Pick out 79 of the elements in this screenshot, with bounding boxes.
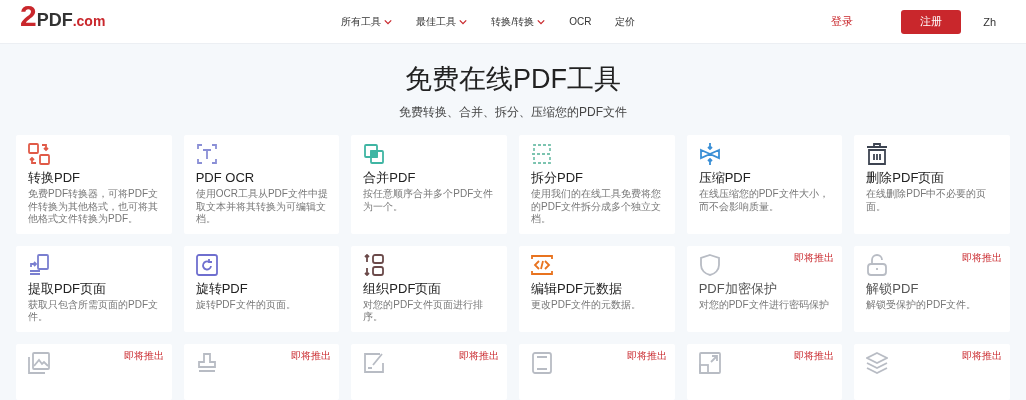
tool-card[interactable]: 提取PDF页面 获取只包含所需页面的PDF文件。 <box>16 245 172 332</box>
tool-card[interactable]: 即将推出 <box>519 343 675 400</box>
tool-card[interactable]: 即将推出 <box>183 343 340 400</box>
tool-title: PDF OCR <box>195 170 256 186</box>
coming-soon-label: 即将推出 <box>291 349 332 362</box>
coming-soon-label: 即将推出 <box>794 251 835 264</box>
tool-card[interactable]: 删除PDF页面 在线删除PDF中不必要的页面。 <box>854 135 1010 234</box>
tool-card[interactable]: 合并PDF 按任意顺序合并多个PDF文件为一个。 <box>351 135 507 234</box>
tool-card[interactable]: 编辑PDF元数据 更改PDF文件的元数据。 <box>519 245 675 332</box>
language-selector[interactable]: Zh <box>983 15 996 28</box>
tool-description: 免费PDF转换器，可将PDF文件转换为其他格式，也可将其他格式文件转换为PDF。 <box>28 188 159 226</box>
text-scan-icon <box>195 143 218 165</box>
tool-description: 使用我们的在线工具免费将您的PDF文件拆分成多个独立文档。 <box>531 188 662 226</box>
resize-icon <box>698 351 721 374</box>
tool-card[interactable]: PDF OCR 使用OCR工具从PDF文件中提取文本并将其转换为可编辑文档。 <box>183 135 340 234</box>
nav-link[interactable]: 所有工具 <box>341 14 393 29</box>
compress-icon <box>698 143 721 165</box>
tool-title: 删除PDF页面 <box>866 170 946 186</box>
images-icon <box>28 351 50 374</box>
tool-card[interactable]: 旋转PDF 旋转PDF文件的页面。 <box>183 245 340 332</box>
nav-link[interactable]: 定价 <box>615 14 636 29</box>
tool-card[interactable]: 组织PDF页面 对您的PDF文件页面进行排序。 <box>351 245 507 332</box>
coming-soon-label: 即将推出 <box>962 349 1002 362</box>
nav-link[interactable]: 转换/转换 <box>491 14 546 29</box>
stamp-icon <box>195 351 218 374</box>
tool-title: 拆分PDF <box>531 170 584 186</box>
swap-icon <box>28 143 50 165</box>
padlock-icon <box>866 253 889 276</box>
tool-description: 对您的PDF文件页面进行排序。 <box>363 298 485 324</box>
tool-title: 旋转PDF <box>195 280 249 297</box>
tool-description: 旋转PDF文件的页面。 <box>195 298 297 311</box>
layers-icon <box>866 351 889 374</box>
signature-icon <box>363 351 386 374</box>
reorder-icon <box>363 253 386 276</box>
page-extract-icon <box>28 253 50 276</box>
tool-description: 按任意顺序合并多个PDF文件为一个。 <box>363 188 495 213</box>
page-icon <box>531 351 553 374</box>
tool-card[interactable]: 拆分PDF 使用我们的在线工具免费将您的PDF文件拆分成多个独立文档。 <box>519 135 675 234</box>
tool-title: 组织PDF页面 <box>363 280 443 297</box>
tool-description: 获取只包含所需页面的PDF文件。 <box>28 298 159 324</box>
coming-soon-label: 即将推出 <box>626 349 667 362</box>
tool-card[interactable]: 即将推出 解锁PDF 解锁受保护的PDF文件。 <box>854 245 1010 332</box>
coming-soon-label: 即将推出 <box>794 349 835 362</box>
rotate-icon <box>195 253 218 276</box>
site-logo[interactable]: 2PDF.com <box>20 0 106 33</box>
tool-title: 转换PDF <box>28 170 81 186</box>
coming-soon-label: 即将推出 <box>123 349 164 362</box>
tool-description: 对您的PDF文件进行密码保护 <box>698 298 830 311</box>
coming-soon-label: 即将推出 <box>962 251 1002 264</box>
nav-link[interactable]: OCR <box>569 14 592 29</box>
coming-soon-label: 即将推出 <box>459 349 499 362</box>
tool-title: 提取PDF页面 <box>28 280 107 297</box>
split-page-icon <box>531 143 553 165</box>
tool-title: 合并PDF <box>363 170 417 186</box>
tool-description: 解锁受保护的PDF文件。 <box>866 298 978 311</box>
page-subtitle: 免费转换、合并、拆分、压缩您的PDF文件 <box>398 104 628 121</box>
tool-title: 压缩PDF <box>698 170 752 186</box>
tool-description: 在线删除PDF中不必要的页面。 <box>866 188 988 213</box>
nav-link[interactable]: 最佳工具 <box>416 14 468 29</box>
shield-icon <box>698 253 721 276</box>
signup-button[interactable]: 注册 <box>901 9 962 34</box>
code-icon <box>531 253 553 276</box>
tool-title: PDF加密保护 <box>698 280 778 297</box>
tool-card[interactable]: 即将推出 <box>16 343 172 400</box>
tool-card[interactable]: 即将推出 <box>686 343 843 400</box>
tool-description: 在线压缩您的PDF文件大小，而不会影响质量。 <box>698 188 830 213</box>
tool-title: 解锁PDF <box>866 280 920 297</box>
tool-description: 使用OCR工具从PDF文件中提取文本并将其转换为可编辑文档。 <box>195 188 329 226</box>
tool-title: 编辑PDF元数据 <box>531 280 623 297</box>
tool-card[interactable]: 即将推出 PDF加密保护 对您的PDF文件进行密码保护 <box>686 245 843 332</box>
tool-description: 更改PDF文件的元数据。 <box>531 298 642 311</box>
tool-card[interactable]: 即将推出 <box>854 343 1010 400</box>
login-link[interactable]: 登录 <box>831 14 854 29</box>
tool-card[interactable]: 压缩PDF 在线压缩您的PDF文件大小，而不会影响质量。 <box>686 135 843 234</box>
overlap-squares-icon <box>363 143 386 165</box>
tool-card[interactable]: 即将推出 <box>351 343 507 400</box>
page-title: 免费在线PDF工具 <box>404 63 622 96</box>
tool-card[interactable]: 转换PDF 免费PDF转换器，可将PDF文件转换为其他格式，也可将其他格式文件转换为PDF。 <box>16 135 172 234</box>
trash-icon <box>866 143 889 165</box>
